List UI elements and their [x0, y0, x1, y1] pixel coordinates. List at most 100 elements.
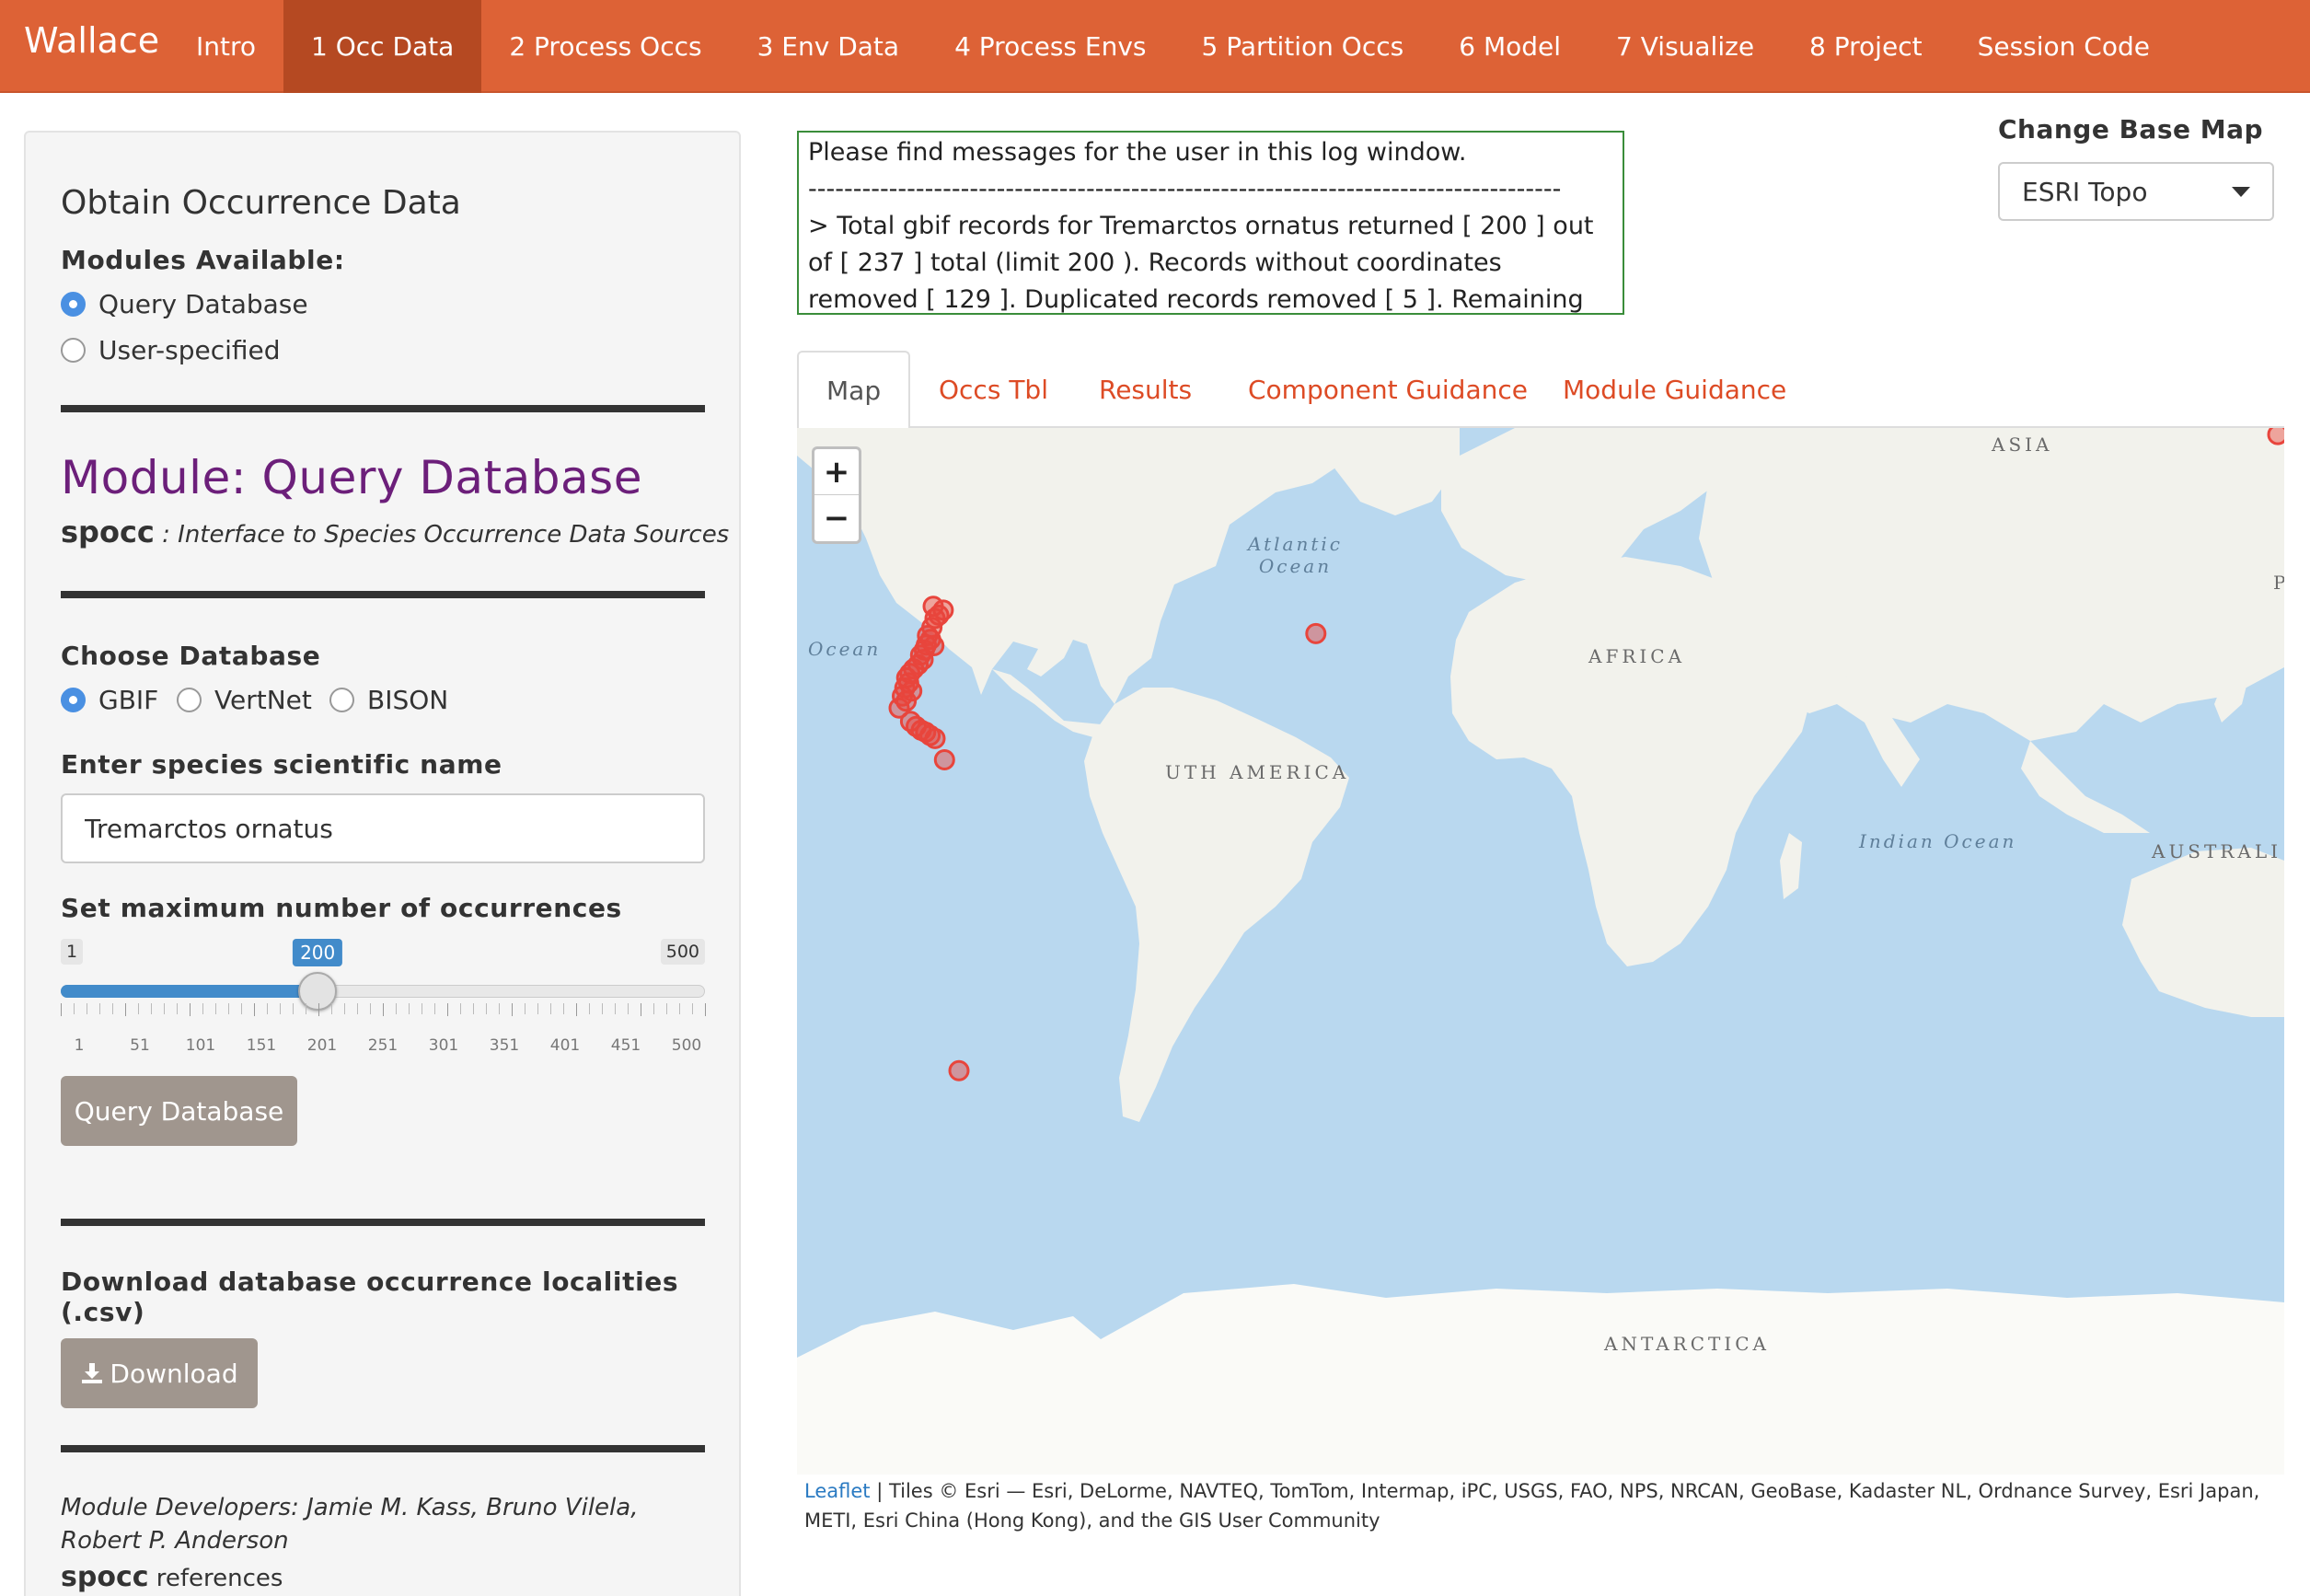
tab-occs-tbl[interactable]: Occs Tbl [939, 351, 1048, 428]
nav-tab-session-code[interactable]: Session Code [1950, 0, 2177, 93]
slider-tick [254, 1003, 255, 1016]
nav-tab-process-occs[interactable]: 2 Process Occs [481, 0, 729, 93]
radio-unchecked-icon[interactable] [61, 338, 86, 363]
tab-results[interactable]: Results [1099, 351, 1192, 428]
map-label-atlantic-line1: Atlantic [1248, 533, 1343, 555]
slider-tick [293, 1003, 294, 1014]
nav-tab-occ-data[interactable]: 1 Occ Data [283, 0, 482, 93]
modules-label: Modules Available: [61, 245, 345, 275]
choose-database-label: Choose Database [61, 641, 321, 671]
slider-tick [151, 1003, 152, 1014]
nav-tab-project[interactable]: 8 Project [1782, 0, 1950, 93]
slider-tick-label: 1 [74, 1036, 85, 1055]
map-label-africa: AFRICA [1588, 645, 1686, 667]
slider-tick-label: 201 [306, 1036, 338, 1055]
radio-unchecked-icon[interactable] [329, 688, 354, 712]
package-line: spocc : Interface to Species Occurrence … [61, 515, 729, 549]
species-name-label: Enter species scientific name [61, 749, 502, 780]
max-occurrences-label: Set maximum number of occurrences [61, 893, 622, 923]
slider-tick [164, 1003, 165, 1014]
slider-tick [537, 1003, 538, 1014]
map-canvas[interactable] [797, 428, 2284, 1475]
slider-tick [267, 1003, 268, 1014]
module-option-query-database[interactable]: Query Database [61, 289, 308, 319]
slider-tick-label: 500 [671, 1036, 702, 1055]
zoom-control: + − [812, 446, 861, 544]
references-package: spocc [61, 1561, 149, 1593]
database-option-gbif[interactable]: GBIF [61, 685, 158, 715]
occurrence-marker[interactable] [933, 749, 955, 770]
slider-tick [370, 1003, 371, 1014]
module-option-user-specified[interactable]: User-specified [61, 335, 281, 365]
slider-tick [241, 1003, 242, 1014]
download-label: Download database occurrence localities … [61, 1266, 679, 1327]
slider-tick [679, 1003, 680, 1014]
species-name-input[interactable] [61, 793, 705, 863]
section-divider [61, 405, 705, 412]
log-message: > Total gbif records for Tremarctos orna… [808, 212, 1594, 314]
slider-tick [486, 1003, 487, 1014]
slider-tick [499, 1003, 500, 1014]
slider-tick [318, 1003, 319, 1016]
slider-tick-label: 451 [610, 1036, 641, 1055]
radio-checked-icon[interactable] [61, 688, 86, 712]
radio-unchecked-icon[interactable] [177, 688, 202, 712]
occurrence-marker[interactable] [924, 727, 946, 749]
slider-tick [563, 1003, 564, 1014]
nav-tab-visualize[interactable]: 7 Visualize [1588, 0, 1782, 93]
zoom-out-button[interactable]: − [814, 495, 859, 541]
leaflet-map[interactable]: + − ASIA P AFRICA UTH AMERICA AUSTRALI A… [797, 428, 2284, 1475]
nav-tab-partition-occs[interactable]: 5 Partition Occs [1174, 0, 1432, 93]
slider-tick [589, 1003, 590, 1014]
database-option-label: GBIF [98, 685, 159, 715]
references-text: references [148, 1565, 283, 1592]
map-label-asia: ASIA [1992, 434, 2053, 456]
sidebar-panel: Obtain Occurrence Data Modules Available… [24, 131, 741, 1596]
nav-tab-model[interactable]: 6 Model [1431, 0, 1588, 93]
database-option-bison[interactable]: BISON [329, 685, 448, 715]
nav-tab-intro[interactable]: Intro [168, 0, 283, 93]
query-database-button[interactable]: Query Database [61, 1076, 297, 1146]
database-option-vertnet[interactable]: VertNet [177, 685, 312, 715]
wallace-app: Wallace Intro 1 Occ Data 2 Process Occs … [0, 0, 2310, 1596]
occurrence-marker[interactable] [948, 1059, 970, 1081]
slider-tick [138, 1003, 139, 1014]
map-label-pacific: Ocean [808, 638, 882, 660]
slider-tick [602, 1003, 603, 1014]
landmass-antarctica [797, 1284, 2284, 1475]
slider-tick [125, 1003, 126, 1016]
occurrence-marker[interactable] [2267, 428, 2284, 445]
zoom-in-button[interactable]: + [814, 449, 859, 495]
nav-tab-process-envs[interactable]: 4 Process Envs [927, 0, 1173, 93]
tab-module-guidance[interactable]: Module Guidance [1563, 351, 1786, 428]
tab-map[interactable]: Map [797, 351, 911, 430]
landmass-south-america [1084, 688, 1349, 1122]
landmass-southeast-asia [2021, 741, 2150, 833]
tab-component-guidance[interactable]: Component Guidance [1248, 351, 1528, 428]
module-developers: Module Developers: Jamie M. Kass, Bruno … [61, 1494, 639, 1555]
nav-tab-env-data[interactable]: 3 Env Data [730, 0, 927, 93]
section-divider [61, 591, 705, 598]
slider-fill [61, 985, 318, 998]
map-label-antarctica: ANTARCTICA [1604, 1333, 1770, 1355]
slider-min-label: 1 [61, 939, 84, 965]
basemap-select[interactable]: ESRI Topo [1998, 162, 2274, 221]
app-brand[interactable]: Wallace [24, 20, 159, 61]
download-button[interactable]: Download [61, 1338, 258, 1408]
leaflet-link[interactable]: Leaflet [804, 1480, 871, 1502]
slider-tick [434, 1003, 435, 1014]
map-label-indian: Indian Ocean [1859, 830, 2017, 852]
result-tabs: Map Occs Tbl Results Component Guidance … [797, 351, 2284, 430]
slider-tick [177, 1003, 178, 1014]
database-option-label: VertNet [214, 685, 312, 715]
max-occurrences-slider[interactable]: 1 500 200 1 51 101 151 201 251 301 351 401 451 500 [61, 939, 706, 1055]
slider-tick [280, 1003, 281, 1014]
radio-checked-icon[interactable] [61, 292, 86, 317]
occurrence-marker[interactable] [1305, 622, 1327, 644]
slider-tick [383, 1003, 384, 1016]
slider-tick-label: 401 [549, 1036, 581, 1055]
slider-value-label: 200 [293, 939, 343, 966]
map-label-atlantic-line2: Ocean [1258, 555, 1333, 577]
map-label-south-america: UTH AMERICA [1165, 761, 1350, 783]
basemap-selected-value: ESRI Topo [2022, 176, 2148, 207]
